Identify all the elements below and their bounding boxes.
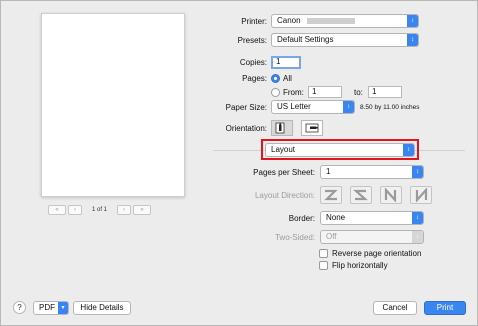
paper-size-row: Paper Size: US Letter ↕ 8.50 by 11.00 in… [213, 100, 420, 114]
layout-n-reverse-button[interactable] [410, 186, 432, 204]
print-button[interactable]: Print [424, 301, 466, 315]
layout-n-button[interactable] [380, 186, 402, 204]
last-page-button[interactable]: » [133, 205, 152, 215]
layout-z-button[interactable] [320, 186, 342, 204]
presets-value: Default Settings [277, 35, 334, 44]
presets-row: Presets: Default Settings ↕ [213, 33, 419, 47]
two-sided-label: Two-Sided: [274, 232, 315, 242]
flip-horizontally-checkbox[interactable] [319, 261, 328, 270]
layout-direction-row: Layout Direction: [213, 186, 440, 204]
pages-from-radio[interactable] [271, 87, 280, 97]
printer-popup[interactable]: Canon ↕ [271, 14, 419, 28]
popup-stepper-icon: ↕ [412, 166, 423, 178]
border-label: Border: [288, 213, 315, 223]
pages-range-row: From: 1 to: 1 [271, 86, 402, 98]
popup-stepper-icon: ↕ [412, 212, 423, 224]
paper-dimensions-text: 8.50 by 11.00 inches [360, 103, 420, 111]
first-page-button[interactable]: « [48, 205, 66, 215]
pages-per-sheet-row: Pages per Sheet: 1 ↕ [213, 165, 424, 179]
pages-all-radio[interactable] [271, 74, 280, 83]
printer-label: Printer: [241, 16, 267, 26]
portrait-icon [275, 122, 285, 134]
landscape-button[interactable] [301, 120, 323, 136]
copies-row: Copies: 1 [213, 56, 301, 69]
pages-per-sheet-popup[interactable]: 1 ↕ [320, 165, 424, 179]
next-page-button[interactable]: › [117, 205, 132, 215]
pages-label: Pages: [242, 74, 267, 83]
redacted-printer-model [306, 17, 355, 24]
copies-field[interactable]: 1 [271, 56, 301, 69]
prev-page-button[interactable]: ‹ [68, 205, 82, 215]
page-count-label: 1 of 1 [92, 207, 108, 213]
print-dialog: « ‹ 1 of 1 › » Printer: Canon ↕ Presets:… [0, 0, 478, 326]
two-sided-row: Two-Sided: Off ↕ [213, 230, 424, 244]
popup-stepper-icon: ↕ [412, 231, 423, 243]
landscape-icon [305, 123, 319, 133]
paper-size-value: US Letter [277, 102, 311, 111]
presets-popup[interactable]: Default Settings ↕ [271, 33, 419, 47]
layout-n-reverse-icon [415, 188, 428, 202]
printer-value: Canon [277, 16, 301, 25]
popup-stepper-icon: ↕ [343, 101, 354, 113]
dialog-footer: ? PDF ▾ Hide Details Cancel Print [1, 293, 477, 325]
pages-per-sheet-label: Pages per Sheet: [253, 167, 315, 177]
presets-label: Presets: [237, 35, 267, 45]
layout-direction-label: Layout Direction: [254, 190, 315, 200]
pages-to-field[interactable]: 1 [368, 86, 402, 98]
reverse-orientation-checkbox[interactable] [319, 249, 328, 258]
reverse-orientation-row: Reverse page orientation [319, 249, 421, 258]
layout-s-button[interactable] [350, 186, 372, 204]
portrait-button[interactable] [271, 120, 293, 136]
layout-n-icon [384, 188, 397, 202]
chevron-down-icon: ▾ [58, 302, 68, 314]
popup-stepper-icon: ↕ [407, 34, 418, 46]
pdf-menu-button[interactable]: PDF ▾ [33, 301, 69, 315]
pdf-label: PDF [39, 303, 55, 312]
two-sided-popup[interactable]: Off ↕ [320, 230, 424, 244]
two-sided-value: Off [326, 232, 337, 241]
paper-size-popup[interactable]: US Letter ↕ [271, 100, 355, 114]
layout-s-icon [353, 189, 368, 201]
border-row: Border: None ↕ [213, 211, 424, 225]
pages-to-label: to: [354, 87, 363, 97]
border-popup[interactable]: None ↕ [320, 211, 424, 225]
border-value: None [326, 213, 346, 222]
flip-horizontally-row: Flip horizontally [319, 261, 388, 270]
layout-z-icon [324, 189, 338, 201]
orientation-row: Orientation: [213, 120, 323, 136]
flip-horizontally-label: Flip horizontally [332, 261, 388, 270]
pages-row: Pages: All [213, 74, 292, 83]
pages-per-sheet-value: 1 [326, 167, 331, 176]
reverse-orientation-label: Reverse page orientation [332, 249, 422, 258]
paper-size-label: Paper Size: [225, 102, 267, 112]
pages-from-field[interactable]: 1 [308, 86, 342, 98]
popup-stepper-icon: ↕ [407, 15, 418, 27]
pages-all-label: All [283, 74, 292, 83]
section-highlight [261, 139, 419, 160]
cancel-button[interactable]: Cancel [373, 301, 417, 315]
help-button[interactable]: ? [13, 301, 26, 314]
preview-pager: « ‹ 1 of 1 › » [48, 205, 152, 215]
page-preview [41, 13, 185, 197]
orientation-label: Orientation: [225, 123, 267, 133]
hide-details-button[interactable]: Hide Details [73, 301, 131, 315]
copies-label: Copies: [239, 58, 267, 67]
pages-from-label: From: [283, 87, 304, 97]
printer-row: Printer: Canon ↕ [213, 14, 419, 28]
